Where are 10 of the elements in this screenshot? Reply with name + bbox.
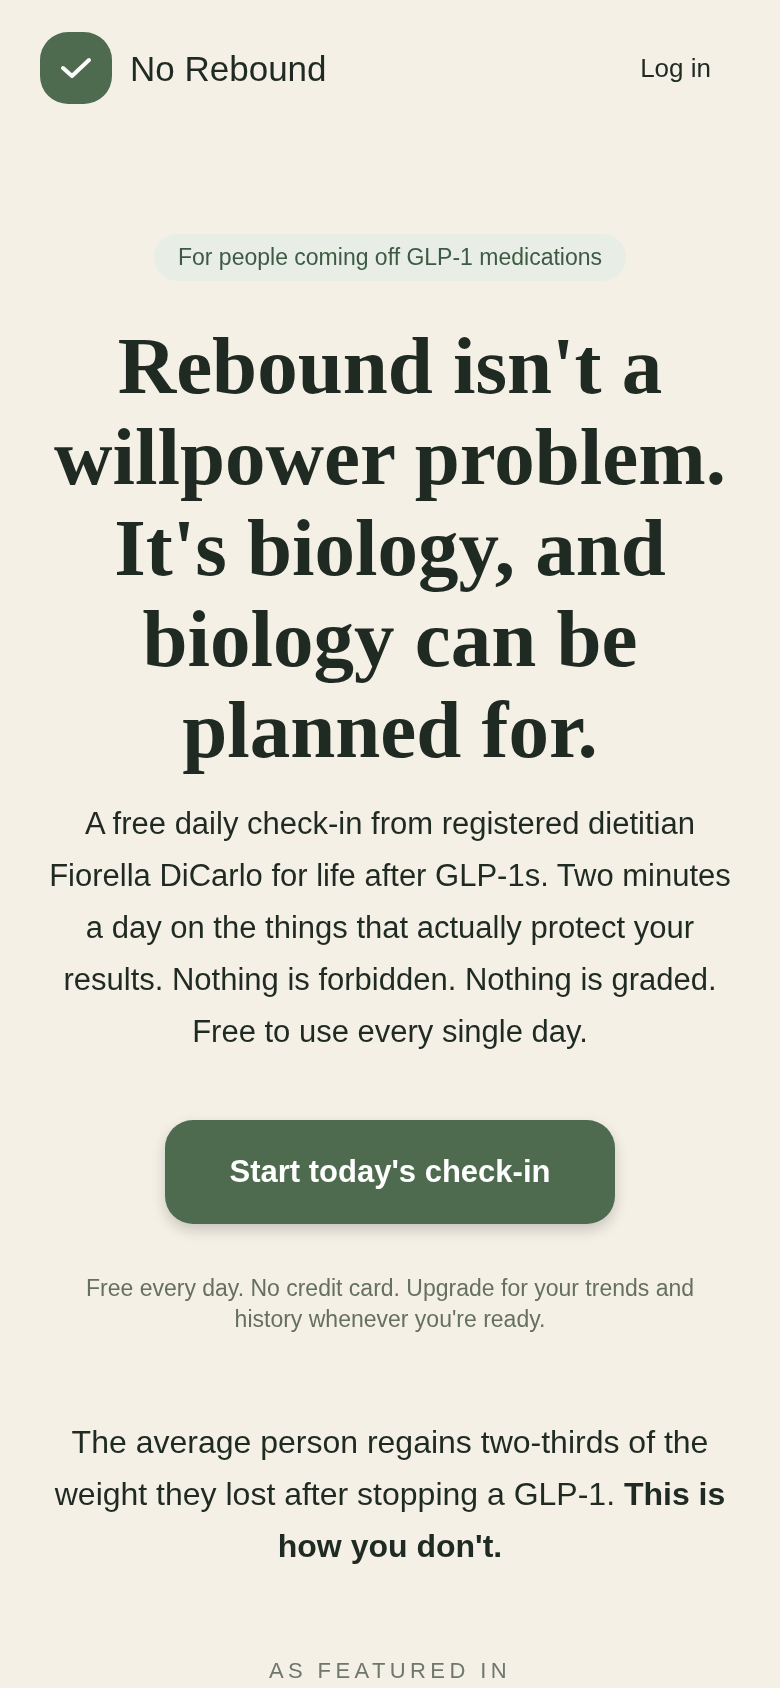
stat-paragraph: The average person regains two-thirds of the weight they lost after stopping a GLP-1. This is how you don't. — [53, 1423, 727, 1566]
audience-badge: For people coming off GLP-1 medications — [154, 234, 626, 281]
intro-paragraph: A free daily check-in from registered dietitian Fiorella DiCarlo for life after GLP-1s. Two minutes a day on the things that actually protect your results. Nothing is forbidden. Nothing is graded. Free to use every single day. — [48, 805, 732, 1051]
fine-print: Free every day. No credit card. Upgrade for your trends and history whenever you're ready. — [84, 1274, 696, 1334]
start-checkin-button[interactable]: Start today's check-in — [165, 1120, 615, 1224]
login-link[interactable]: Log in — [616, 45, 735, 91]
featured-heading: AS FEATURED IN — [268, 1660, 512, 1682]
hero-headline: Rebound isn't a willpower problem. It's biology, and biology can be planned for. — [53, 321, 727, 776]
brand-name: No Rebound — [130, 50, 327, 86]
logo-check-icon — [40, 32, 112, 104]
